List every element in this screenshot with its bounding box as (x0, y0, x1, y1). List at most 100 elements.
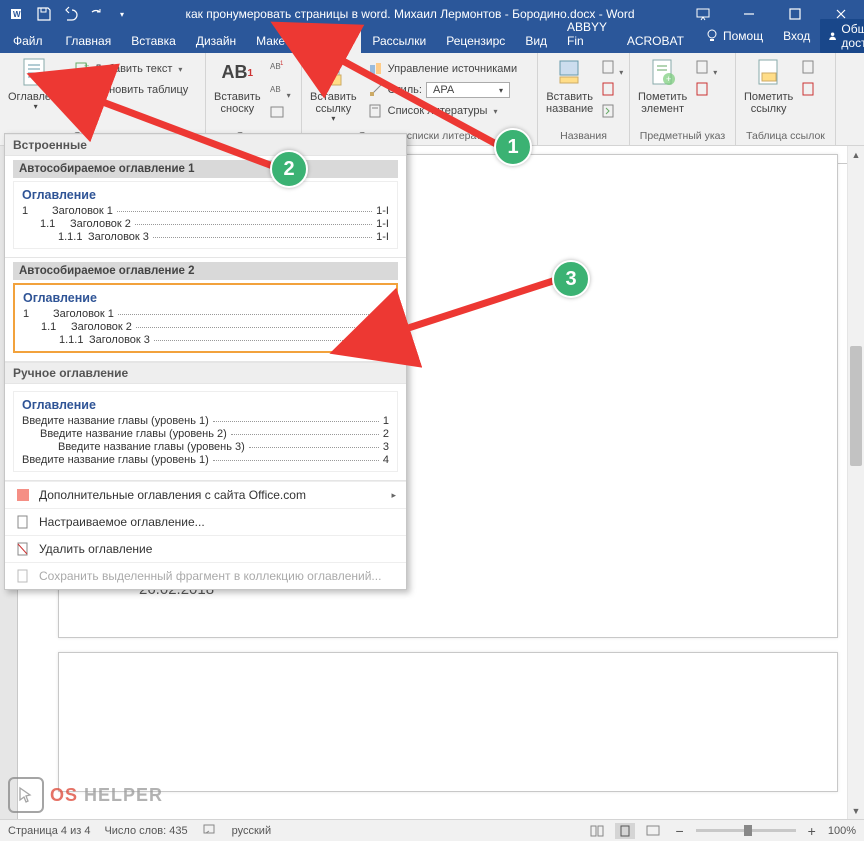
update-icon (74, 82, 90, 98)
doc-icon (15, 514, 31, 530)
group-captions-label: Названия (542, 129, 625, 143)
preset-title: Автособираемое оглавление 2 (13, 262, 398, 280)
sign-in[interactable]: Вход (773, 24, 820, 48)
bibliography-button[interactable]: Список литературы (365, 101, 520, 121)
toc-row: 1.1.1Заголовок 31-I (23, 334, 388, 346)
redo-icon[interactable] (84, 2, 108, 26)
svg-text:1: 1 (280, 61, 284, 67)
tab-references[interactable]: Ссылки (300, 30, 362, 53)
toc-icon (20, 57, 52, 89)
gallery-manual-header: Ручное оглавление (5, 362, 406, 384)
office-icon (15, 487, 31, 503)
svg-text:+: + (84, 61, 89, 71)
view-print-icon[interactable] (615, 823, 635, 839)
zoom-level[interactable]: 100% (828, 825, 856, 837)
citation-style[interactable]: Стиль: APA▾ (365, 80, 520, 100)
zoom-slider[interactable] (696, 829, 796, 832)
save-icon[interactable] (32, 2, 56, 26)
toc-preset-1[interactable]: Автособираемое оглавление 1 Оглавление 1… (5, 156, 406, 258)
mark-entry-icon: + (647, 57, 679, 89)
preset-title: Автособираемое оглавление 1 (13, 160, 398, 178)
toc-row: 1.1Заголовок 21-I (22, 218, 389, 230)
more-from-office[interactable]: Дополнительные оглавления с сайта Office… (5, 481, 406, 508)
watermark-logo: OSHELPER (8, 777, 163, 813)
status-page[interactable]: Страница 4 из 4 (8, 825, 90, 837)
update-index-icon[interactable] (695, 81, 717, 100)
word-icon: W (6, 2, 30, 26)
tab-layout[interactable]: Макет (246, 29, 300, 53)
scroll-thumb[interactable] (850, 346, 862, 466)
insert-footnote-button[interactable]: AB1 Вставить сноску (210, 55, 265, 117)
insert-citation-button[interactable]: Вставить ссылку▾ (306, 55, 361, 126)
remove-toc[interactable]: Удалить оглавление (5, 535, 406, 562)
toc-heading: Оглавление (23, 291, 388, 305)
undo-icon[interactable] (58, 2, 82, 26)
citation-icon (317, 57, 349, 89)
update-figlist-icon[interactable] (601, 81, 623, 100)
qat-dropdown-icon[interactable]: ▾ (110, 2, 134, 26)
toc-preview: Оглавление 1Заголовок 11-I1.1Заголовок 2… (13, 283, 398, 353)
page (58, 652, 838, 792)
group-index-label: Предметный указ (634, 129, 731, 143)
zoom-out-button[interactable]: − (671, 823, 687, 839)
ribbon-tabs: Файл Главная Вставка Дизайн Макет Ссылки… (0, 28, 864, 53)
custom-toc[interactable]: Настраиваемое оглавление... (5, 508, 406, 535)
share-button[interactable]: Общий доступ (820, 19, 864, 53)
tell-me[interactable]: Помощ (694, 23, 773, 49)
tab-design[interactable]: Дизайн (186, 29, 246, 53)
mark-entry-button[interactable]: + Пометить элемент (634, 55, 691, 117)
toc-button[interactable]: Оглавлени▾ (4, 55, 67, 114)
view-read-icon[interactable] (587, 823, 607, 839)
insert-figlist-icon[interactable] (601, 59, 623, 78)
toc-preset-manual[interactable]: Оглавление Введите название главы (урове… (5, 384, 406, 481)
cursor-icon (16, 785, 36, 805)
person-icon (828, 28, 837, 44)
scroll-down-icon[interactable]: ▼ (848, 802, 864, 819)
tab-view[interactable]: Вид (515, 29, 557, 53)
toc-preview: Оглавление Введите название главы (урове… (13, 391, 398, 472)
toc-row: Введите название главы (уровень 3)3 (22, 441, 389, 453)
tab-insert[interactable]: Вставка (121, 29, 186, 53)
statusbar: Страница 4 из 4 Число слов: 435 русский … (0, 819, 864, 841)
tab-mailings[interactable]: Рассылки (362, 29, 436, 53)
manage-sources-button[interactable]: Управление источниками (365, 59, 520, 79)
add-text-button[interactable]: + Добавить текст (71, 59, 191, 79)
footnote-next-icon[interactable]: AB1 (269, 59, 291, 78)
show-notes-icon[interactable] (269, 105, 291, 124)
remove-icon (15, 541, 31, 557)
tab-file[interactable]: Файл (0, 29, 56, 53)
status-words[interactable]: Число слов: 435 (104, 825, 187, 837)
toc-heading: Оглавление (22, 398, 389, 412)
cross-ref-icon[interactable] (601, 103, 623, 122)
status-proofing-icon[interactable] (202, 821, 218, 840)
footnote-nav-icon[interactable]: AB (269, 82, 291, 101)
update-auth-icon[interactable] (801, 81, 817, 100)
toc-heading: Оглавление (22, 188, 389, 202)
tab-home[interactable]: Главная (56, 29, 122, 53)
toc-gallery: Встроенные Автособираемое оглавление 1 О… (4, 133, 407, 590)
mark-citation-button[interactable]: Пометить ссылку (740, 55, 797, 117)
svg-text:AB: AB (270, 85, 281, 94)
scroll-up-icon[interactable]: ▲ (848, 146, 864, 163)
view-web-icon[interactable] (643, 823, 663, 839)
zoom-in-button[interactable]: + (804, 823, 820, 839)
mark-citation-icon (753, 57, 785, 89)
insert-auth-icon[interactable] (801, 59, 817, 78)
toc-row: Введите название главы (уровень 1)1 (22, 415, 389, 427)
tab-review[interactable]: Рецензирс (436, 29, 515, 53)
insert-caption-button[interactable]: Вставить название (542, 55, 597, 117)
insert-index-icon[interactable] (695, 59, 717, 78)
update-table-button[interactable]: Обновить таблицу (71, 80, 191, 100)
toc-preset-2[interactable]: Автособираемое оглавление 2 Оглавление 1… (5, 258, 406, 362)
save-selection-toc: Сохранить выделенный фрагмент в коллекци… (5, 562, 406, 589)
toc-row: 1Заголовок 11-I (22, 205, 389, 217)
vertical-scrollbar[interactable]: ▲ ▼ (847, 146, 864, 819)
save-sel-icon (15, 568, 31, 584)
bulb-icon (704, 28, 720, 44)
status-language[interactable]: русский (232, 825, 271, 837)
tab-abbyy[interactable]: ABBYY Fin (557, 15, 617, 53)
svg-text:+: + (666, 74, 671, 84)
tab-acrobat[interactable]: ACROBAT (617, 29, 694, 53)
biblio-icon (368, 103, 384, 119)
toc-row: Введите название главы (уровень 2)2 (22, 428, 389, 440)
